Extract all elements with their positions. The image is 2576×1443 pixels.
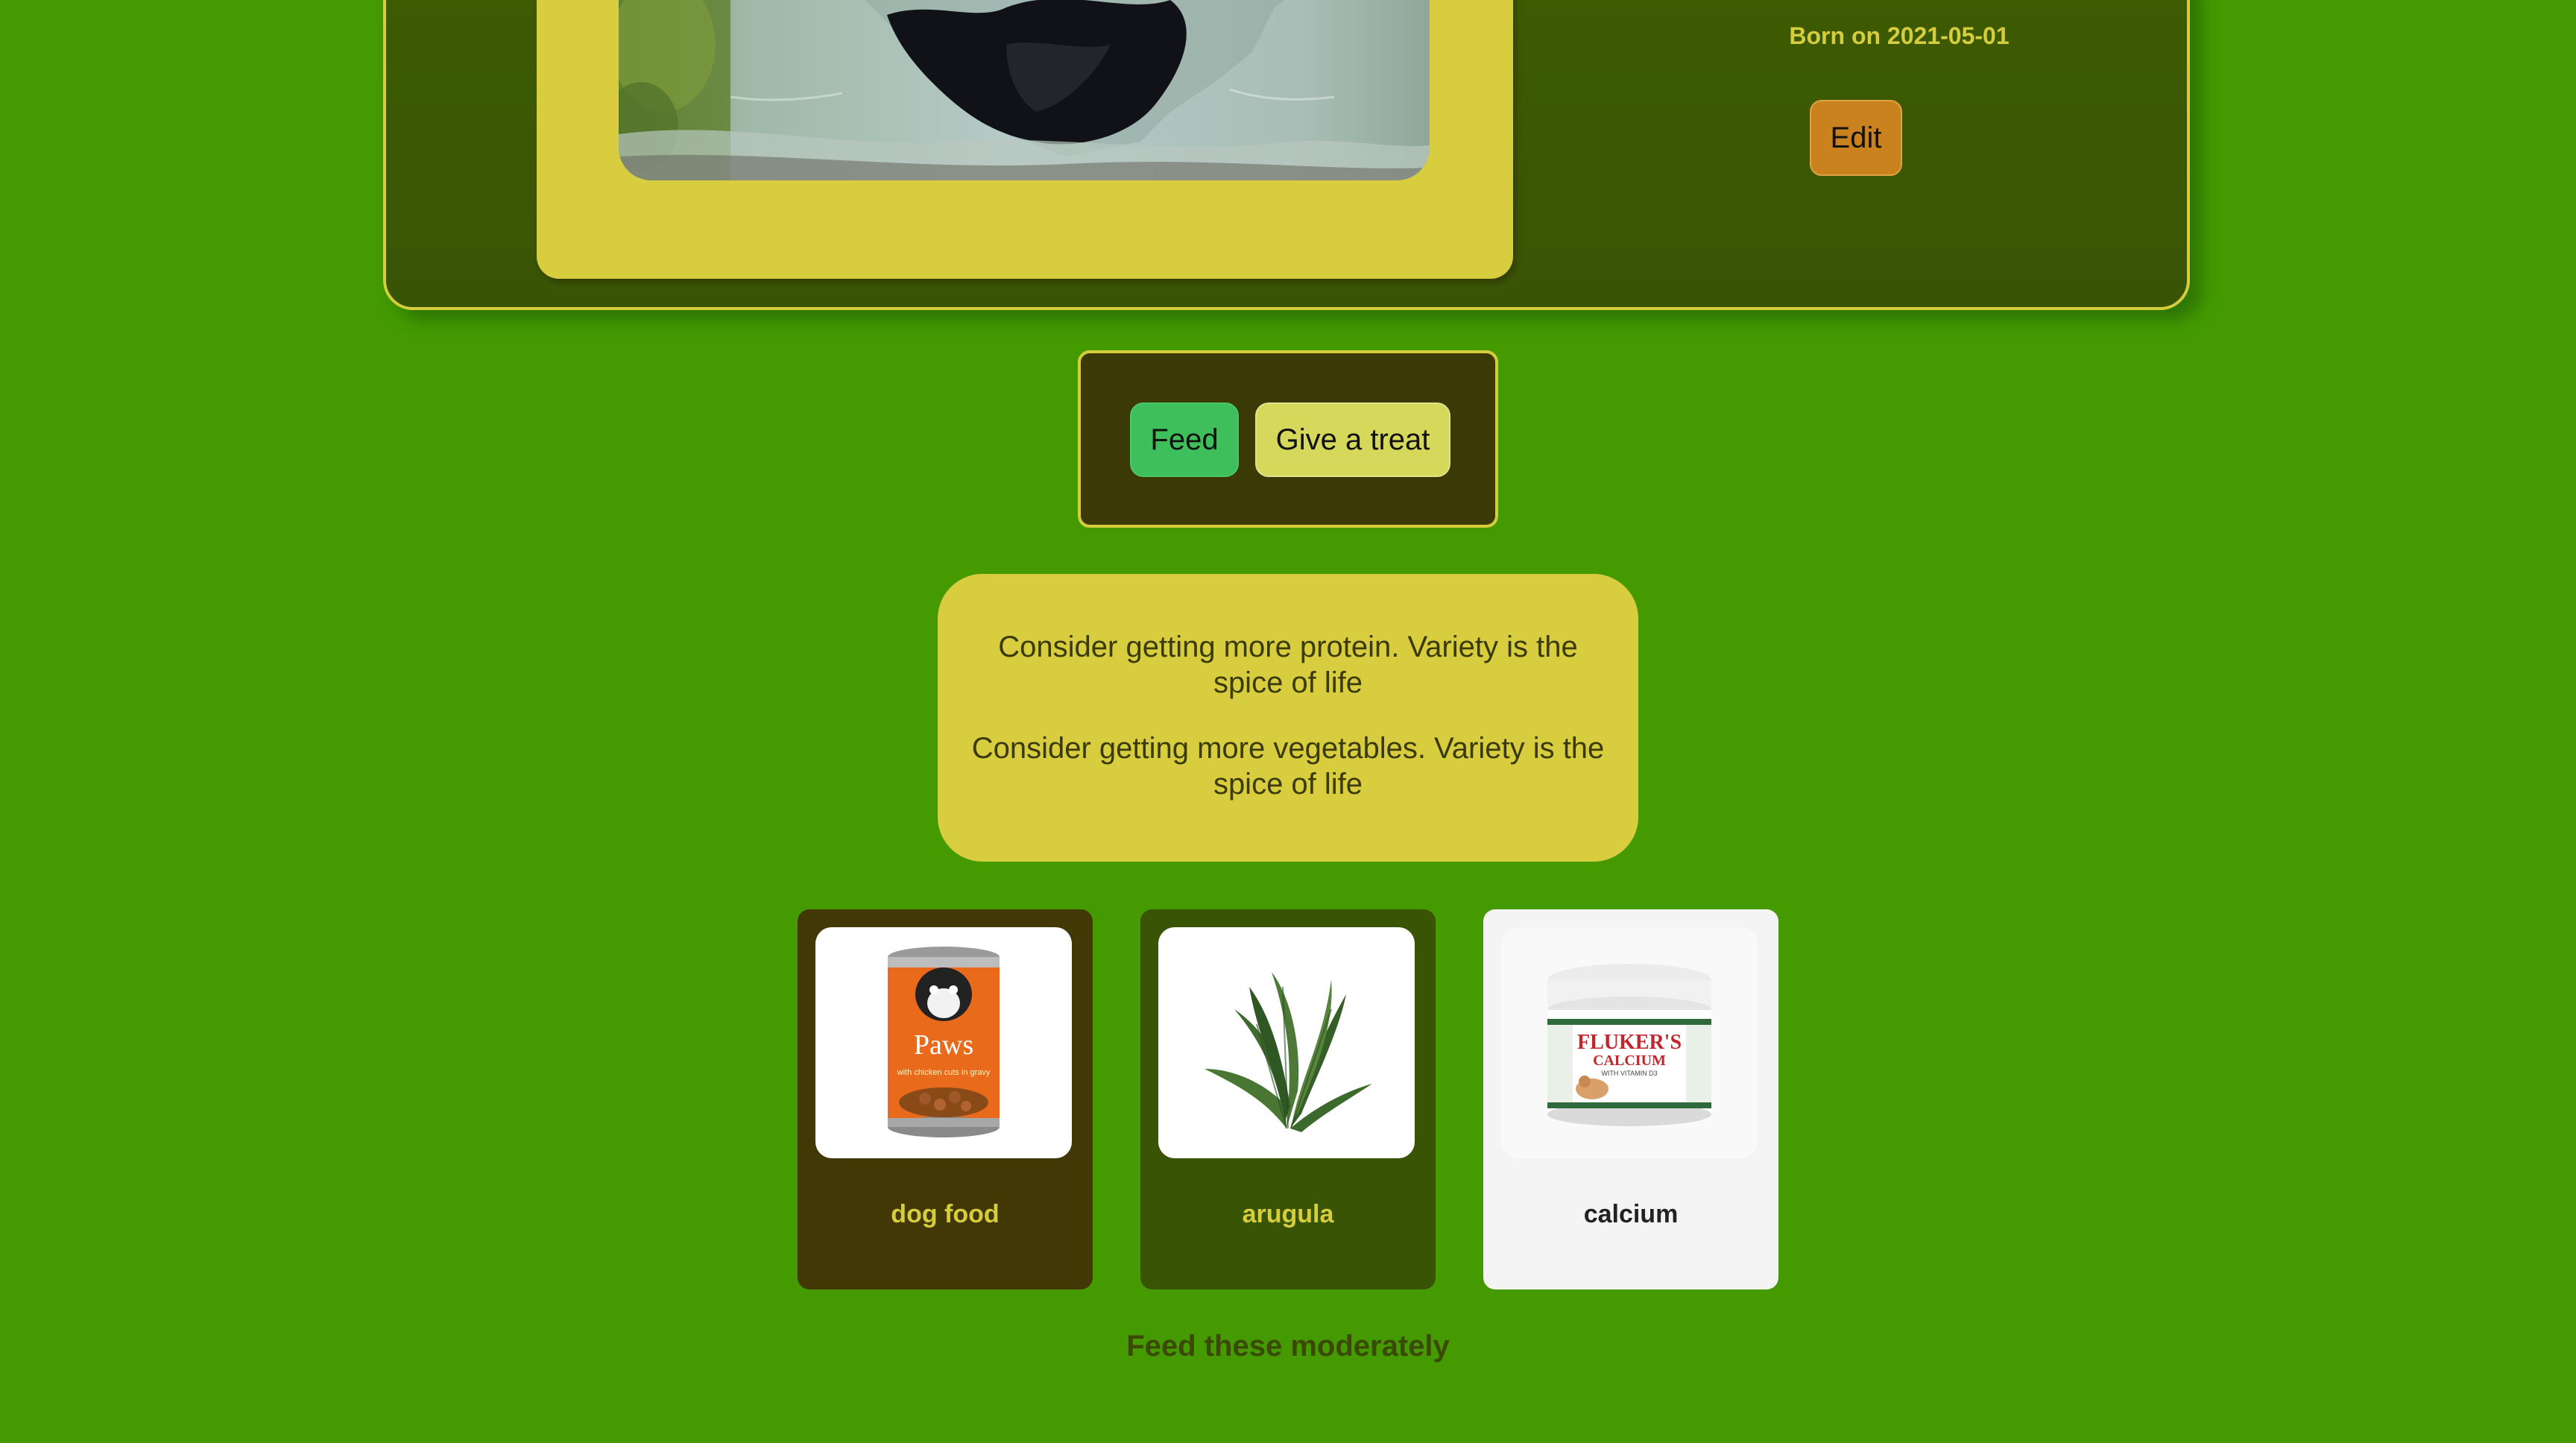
- feeding-actions-panel: Feed Give a treat: [1078, 350, 1498, 528]
- food-label: dog food: [891, 1200, 1000, 1228]
- dog-food-brand-text: Paws: [914, 1029, 973, 1061]
- suggestion-protein: Consider getting more protein. Variety i…: [998, 631, 1578, 699]
- pet-photo-frame: [537, 0, 1513, 279]
- pet-profile-card: Born on 2021-05-01 Edit: [383, 0, 2190, 310]
- edit-button[interactable]: Edit: [1810, 100, 1902, 176]
- diet-suggestions-panel: Consider getting more protein. Variety i…: [938, 574, 1638, 862]
- calcium-product-text: CALCIUM: [1593, 1052, 1666, 1069]
- feed-button[interactable]: Feed: [1130, 402, 1239, 477]
- food-label: calcium: [1583, 1200, 1679, 1228]
- food-card-calcium[interactable]: FLUKER'S CALCIUM WITH VITAMIN D3 calcium: [1483, 909, 1778, 1289]
- suggestion-vegetables: Consider getting more vegetables. Variet…: [971, 732, 1605, 801]
- calcium-sub-text: WITH VITAMIN D3: [1601, 1070, 1657, 1077]
- give-treat-button[interactable]: Give a treat: [1255, 402, 1450, 477]
- food-label: arugula: [1242, 1200, 1334, 1228]
- food-card-dog-food[interactable]: Paws with chicken cuts in gravy dog food: [798, 909, 1093, 1289]
- birth-date-text: Born on 2021-05-01: [1789, 22, 2010, 49]
- calcium-brand-text: FLUKER'S: [1577, 1031, 1682, 1054]
- dog-food-tagline-text: with chicken cuts in gravy: [897, 1068, 991, 1077]
- food-card-arugula[interactable]: arugula: [1140, 909, 1436, 1289]
- pet-photo: [619, 0, 1430, 180]
- feed-moderately-heading: Feed these moderately: [1126, 1330, 1450, 1363]
- arugula-image: [1158, 927, 1415, 1158]
- dog-food-can-image: Paws with chicken cuts in gravy: [815, 927, 1072, 1158]
- calcium-jar-image: FLUKER'S CALCIUM WITH VITAMIN D3: [1501, 927, 1758, 1158]
